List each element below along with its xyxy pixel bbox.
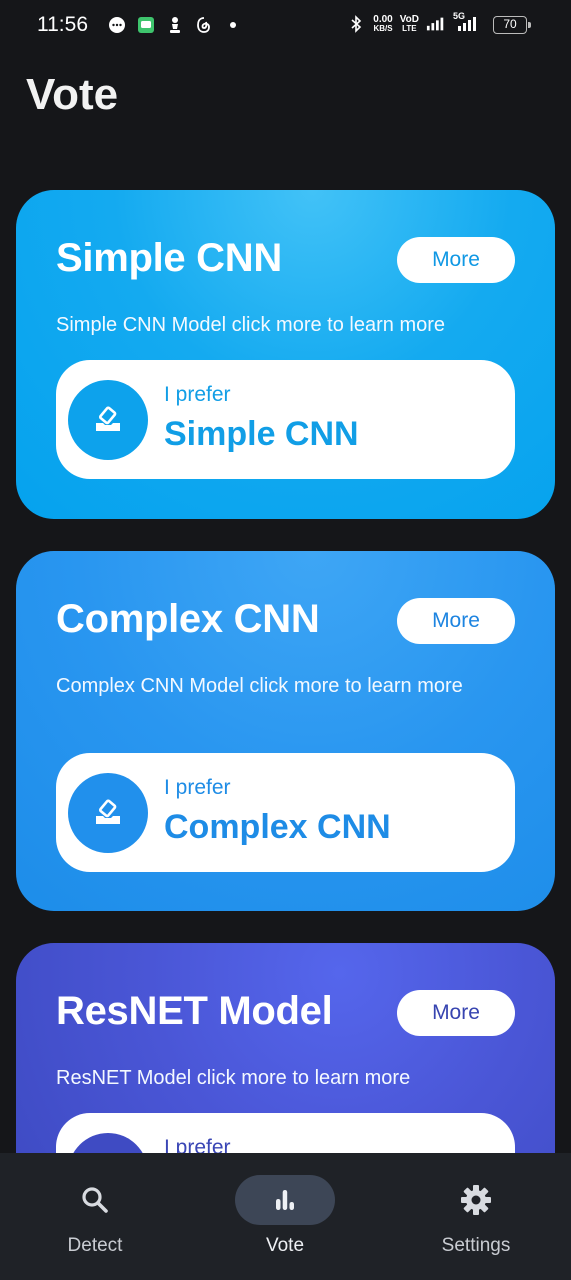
signal-icon (426, 14, 446, 34)
gear-icon (461, 1185, 491, 1215)
status-bar: 11:56 0.00 KB/S VoD LTE 5G 70 (0, 0, 571, 52)
prefer-vote-button[interactable]: I prefer Simple CNN (56, 360, 515, 479)
prefer-model-name: Simple CNN (164, 415, 359, 453)
battery-indicator: 70 (493, 16, 531, 34)
system-icons: 0.00 KB/S VoD LTE 5G (346, 11, 479, 34)
bluetooth-icon (346, 14, 366, 34)
bar-chart-icon (276, 1190, 294, 1210)
ballot-icon (68, 380, 148, 460)
signal-5g-icon: 5G (453, 11, 479, 34)
prefer-label: I prefer (164, 776, 231, 799)
ballot-icon (68, 773, 148, 853)
more-button[interactable]: More (397, 598, 515, 644)
chess-icon (165, 15, 185, 35)
signal-5g-label: 5G (453, 11, 466, 21)
card-description: Simple CNN Model click more to learn mor… (56, 314, 446, 336)
card-description: Complex CNN Model click more to learn mo… (56, 675, 463, 697)
model-card-simple-cnn: Simple CNN More Simple CNN Model click m… (16, 190, 555, 519)
more-notifications-dot-icon (223, 15, 243, 35)
bottom-navigation: Detect Vote Settings (0, 1153, 571, 1280)
volte-indicator: VoD LTE (400, 15, 419, 34)
card-title: Simple CNN (56, 236, 282, 280)
prefer-model-name: Complex CNN (164, 808, 391, 846)
model-card-complex-cnn: Complex CNN More Complex CNN Model click… (16, 551, 555, 911)
more-button[interactable]: More (397, 990, 515, 1036)
network-speed: 0.00 KB/S (373, 15, 393, 34)
nav-label: Vote (265, 1235, 305, 1256)
message-icon (107, 15, 127, 35)
notification-icons (107, 15, 243, 35)
threads-icon (194, 15, 214, 35)
card-description: ResNET Model click more to learn more (56, 1067, 411, 1089)
prefer-vote-button[interactable]: I prefer Complex CNN (56, 753, 515, 872)
status-time: 11:56 (37, 13, 88, 36)
page-title: Vote (26, 70, 119, 119)
nav-label: Detect (67, 1235, 123, 1256)
more-button[interactable]: More (397, 237, 515, 283)
card-title: Complex CNN (56, 597, 320, 641)
nav-label: Settings (441, 1235, 511, 1256)
volte-bottom: LTE (402, 24, 417, 33)
nav-pill (45, 1175, 145, 1225)
search-icon (82, 1187, 108, 1213)
card-title: ResNET Model (56, 989, 333, 1033)
nav-item-detect[interactable]: Detect (25, 1153, 165, 1280)
nav-pill-selected (235, 1175, 335, 1225)
nav-item-settings[interactable]: Settings (406, 1153, 546, 1280)
prefer-label: I prefer (164, 383, 231, 406)
network-speed-unit: KB/S (373, 24, 393, 33)
chat-app-icon (136, 15, 156, 35)
nav-item-vote[interactable]: Vote (215, 1153, 355, 1280)
nav-pill (426, 1175, 526, 1225)
